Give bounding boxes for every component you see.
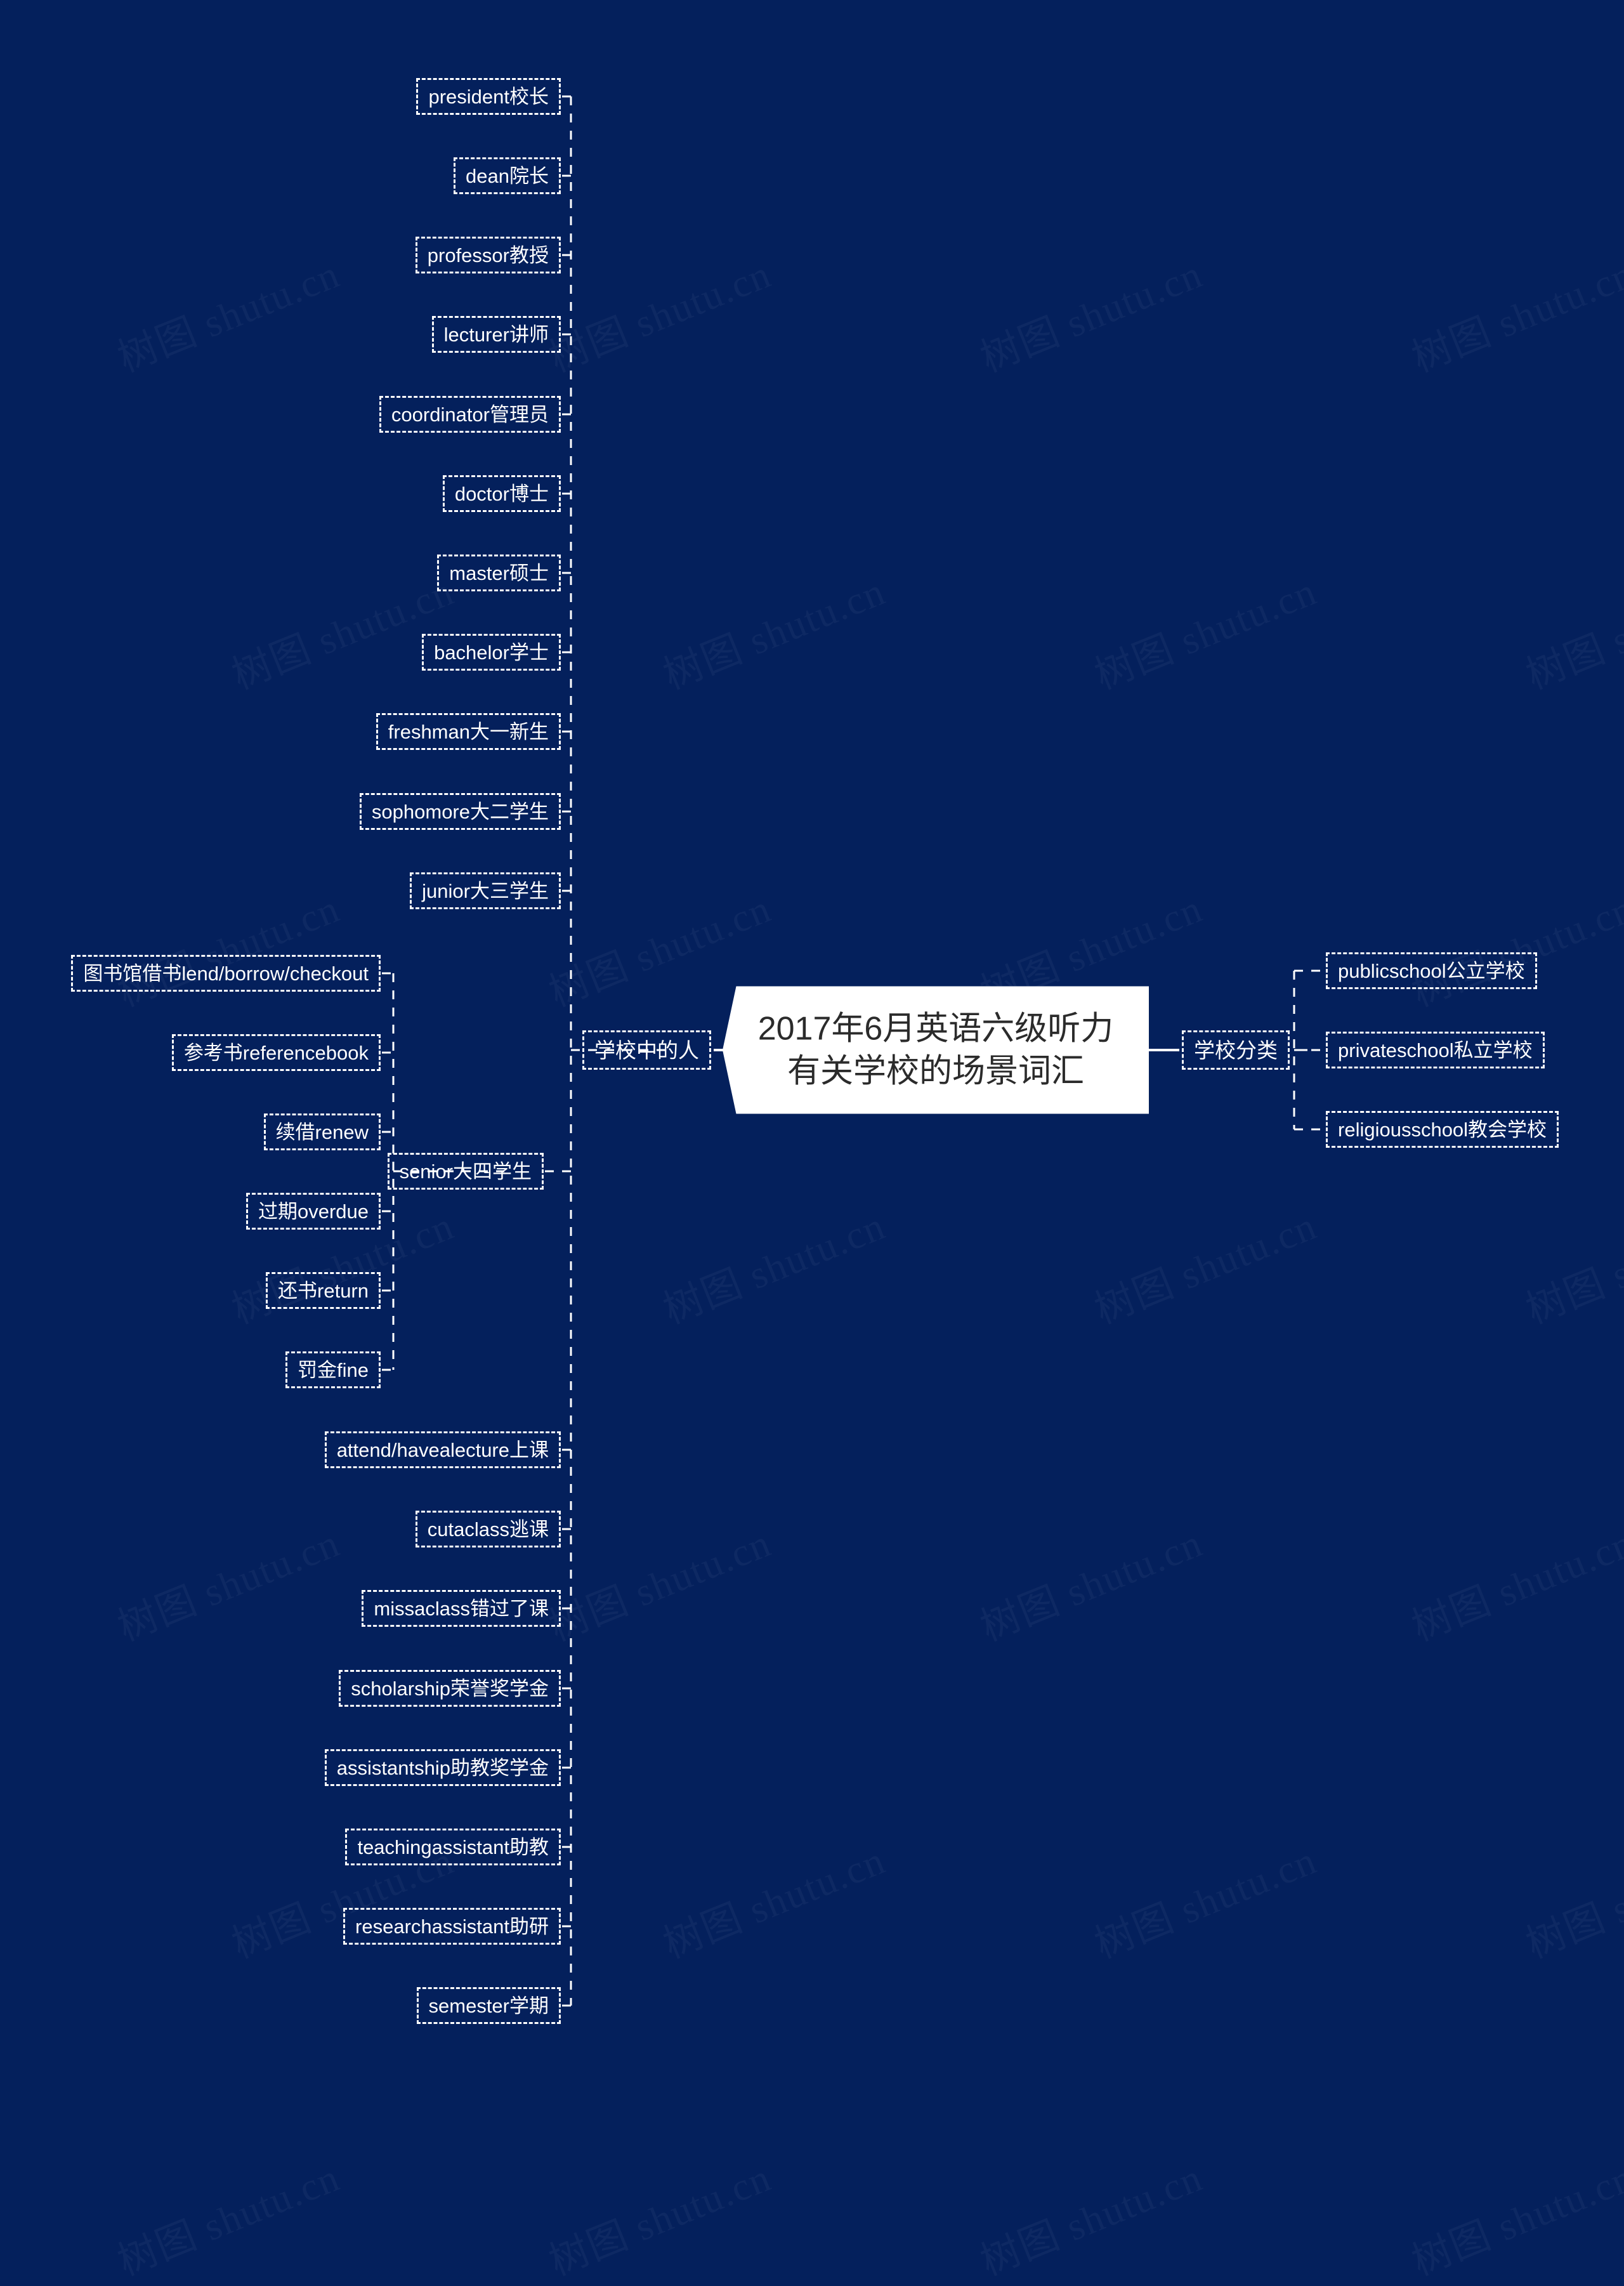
node-label: dean院长 — [466, 164, 549, 187]
senior-leaf-2[interactable]: 续借renew — [263, 1113, 381, 1150]
node-label: sophomore大二学生 — [371, 800, 549, 823]
node-label: scholarship荣誉奖学金 — [351, 1677, 549, 1700]
root-node[interactable]: 2017年6月英语六级听力 有关学校的场景词汇 — [723, 986, 1149, 1114]
watermark-text: 树图 shutu.cn — [1402, 2145, 1624, 2286]
branch-people-in-school[interactable]: 学校中的人 — [582, 1030, 711, 1070]
leaf-8[interactable]: freshman大一新生 — [376, 713, 561, 750]
leaf-6[interactable]: master硕士 — [437, 555, 561, 591]
node-label: senior大四学生 — [399, 1160, 532, 1183]
node-label: 图书馆借书lend/borrow/checkout — [83, 962, 369, 985]
leaf-16[interactable]: assistantship助教奖学金 — [324, 1749, 561, 1786]
leaf-17[interactable]: teachingassistant助教 — [345, 1829, 561, 1865]
node-label: 还书return — [278, 1279, 369, 1302]
node-label: junior大三学生 — [422, 879, 549, 902]
leaf-5[interactable]: doctor博士 — [442, 475, 561, 512]
node-label: semester学期 — [428, 1994, 549, 2017]
node-label: privateschool私立学校 — [1338, 1039, 1533, 1061]
node-label: doctor博士 — [454, 482, 549, 505]
senior-leaf-5[interactable]: 罚金fine — [285, 1351, 381, 1388]
leaf-9[interactable]: sophomore大二学生 — [359, 793, 561, 830]
node-label: 学校分类 — [1194, 1038, 1278, 1062]
leaf-3[interactable]: lecturer讲师 — [431, 316, 561, 353]
leaf-15[interactable]: scholarship荣誉奖学金 — [339, 1670, 561, 1707]
node-label: coordinator管理员 — [391, 403, 549, 426]
node-label: religiousschool教会学校 — [1338, 1118, 1547, 1141]
school-type-leaf-1[interactable]: privateschool私立学校 — [1326, 1032, 1545, 1068]
node-label: 罚金fine — [298, 1358, 369, 1381]
leaf-7[interactable]: bachelor学士 — [422, 634, 561, 671]
node-label: freshman大一新生 — [388, 720, 549, 743]
node-label: assistantship助教奖学金 — [336, 1756, 549, 1779]
watermark-text: 树图 shutu.cn — [971, 2145, 1210, 2286]
senior-leaf-1[interactable]: 参考书referencebook — [171, 1034, 381, 1071]
leaf-2[interactable]: professor教授 — [415, 237, 561, 273]
node-label: master硕士 — [449, 562, 549, 584]
leaf-18[interactable]: researchassistant助研 — [343, 1908, 561, 1945]
senior-leaf-3[interactable]: 过期overdue — [246, 1193, 381, 1230]
node-label: lecturer讲师 — [443, 323, 549, 346]
leaf-19[interactable]: semester学期 — [416, 1987, 561, 2024]
leaf-12[interactable]: attend/havealecture上课 — [324, 1431, 561, 1468]
node-label: cutaclass逃课 — [427, 1518, 549, 1540]
node-label: attend/havealecture上课 — [336, 1438, 549, 1461]
leaf-10[interactable]: junior大三学生 — [410, 872, 561, 909]
node-label: researchassistant助研 — [355, 1915, 549, 1938]
root-title: 2017年6月英语六级听力 有关学校的场景词汇 — [757, 1010, 1114, 1089]
leaf-13[interactable]: cutaclass逃课 — [415, 1511, 561, 1547]
node-label: 学校中的人 — [594, 1038, 699, 1062]
school-type-leaf-0[interactable]: publicschool公立学校 — [1326, 952, 1537, 989]
senior-leaf-0[interactable]: 图书馆借书lend/borrow/checkout — [71, 955, 381, 992]
leaf-4[interactable]: coordinator管理员 — [379, 396, 561, 433]
node-label: president校长 — [428, 85, 549, 108]
node-label: publicschool公立学校 — [1338, 959, 1525, 982]
branch-school-types[interactable]: 学校分类 — [1182, 1030, 1290, 1070]
node-label: 过期overdue — [258, 1200, 369, 1223]
node-label: bachelor学士 — [434, 641, 549, 664]
senior-leaf-4[interactable]: 还书return — [266, 1272, 381, 1309]
watermark-text: 树图 shutu.cn — [539, 2145, 778, 2286]
watermark-text: 树图 shutu.cn — [108, 2145, 347, 2286]
node-label: 参考书referencebook — [183, 1041, 369, 1064]
node-label: professor教授 — [427, 244, 549, 266]
leaf-11[interactable]: senior大四学生 — [387, 1153, 544, 1190]
leaf-1[interactable]: dean院长 — [454, 157, 561, 194]
leaf-0[interactable]: president校长 — [416, 78, 561, 115]
node-label: teachingassistant助教 — [357, 1836, 549, 1858]
node-label: missaclass错过了课 — [374, 1597, 549, 1620]
node-label: 续借renew — [275, 1120, 369, 1143]
leaf-14[interactable]: missaclass错过了课 — [362, 1590, 561, 1627]
school-type-leaf-2[interactable]: religiousschool教会学校 — [1326, 1111, 1559, 1148]
mindmap-canvas: 2017年6月英语六级听力 有关学校的场景词汇 学校中的人 学校分类 presiden… — [0, 0, 1624, 2099]
